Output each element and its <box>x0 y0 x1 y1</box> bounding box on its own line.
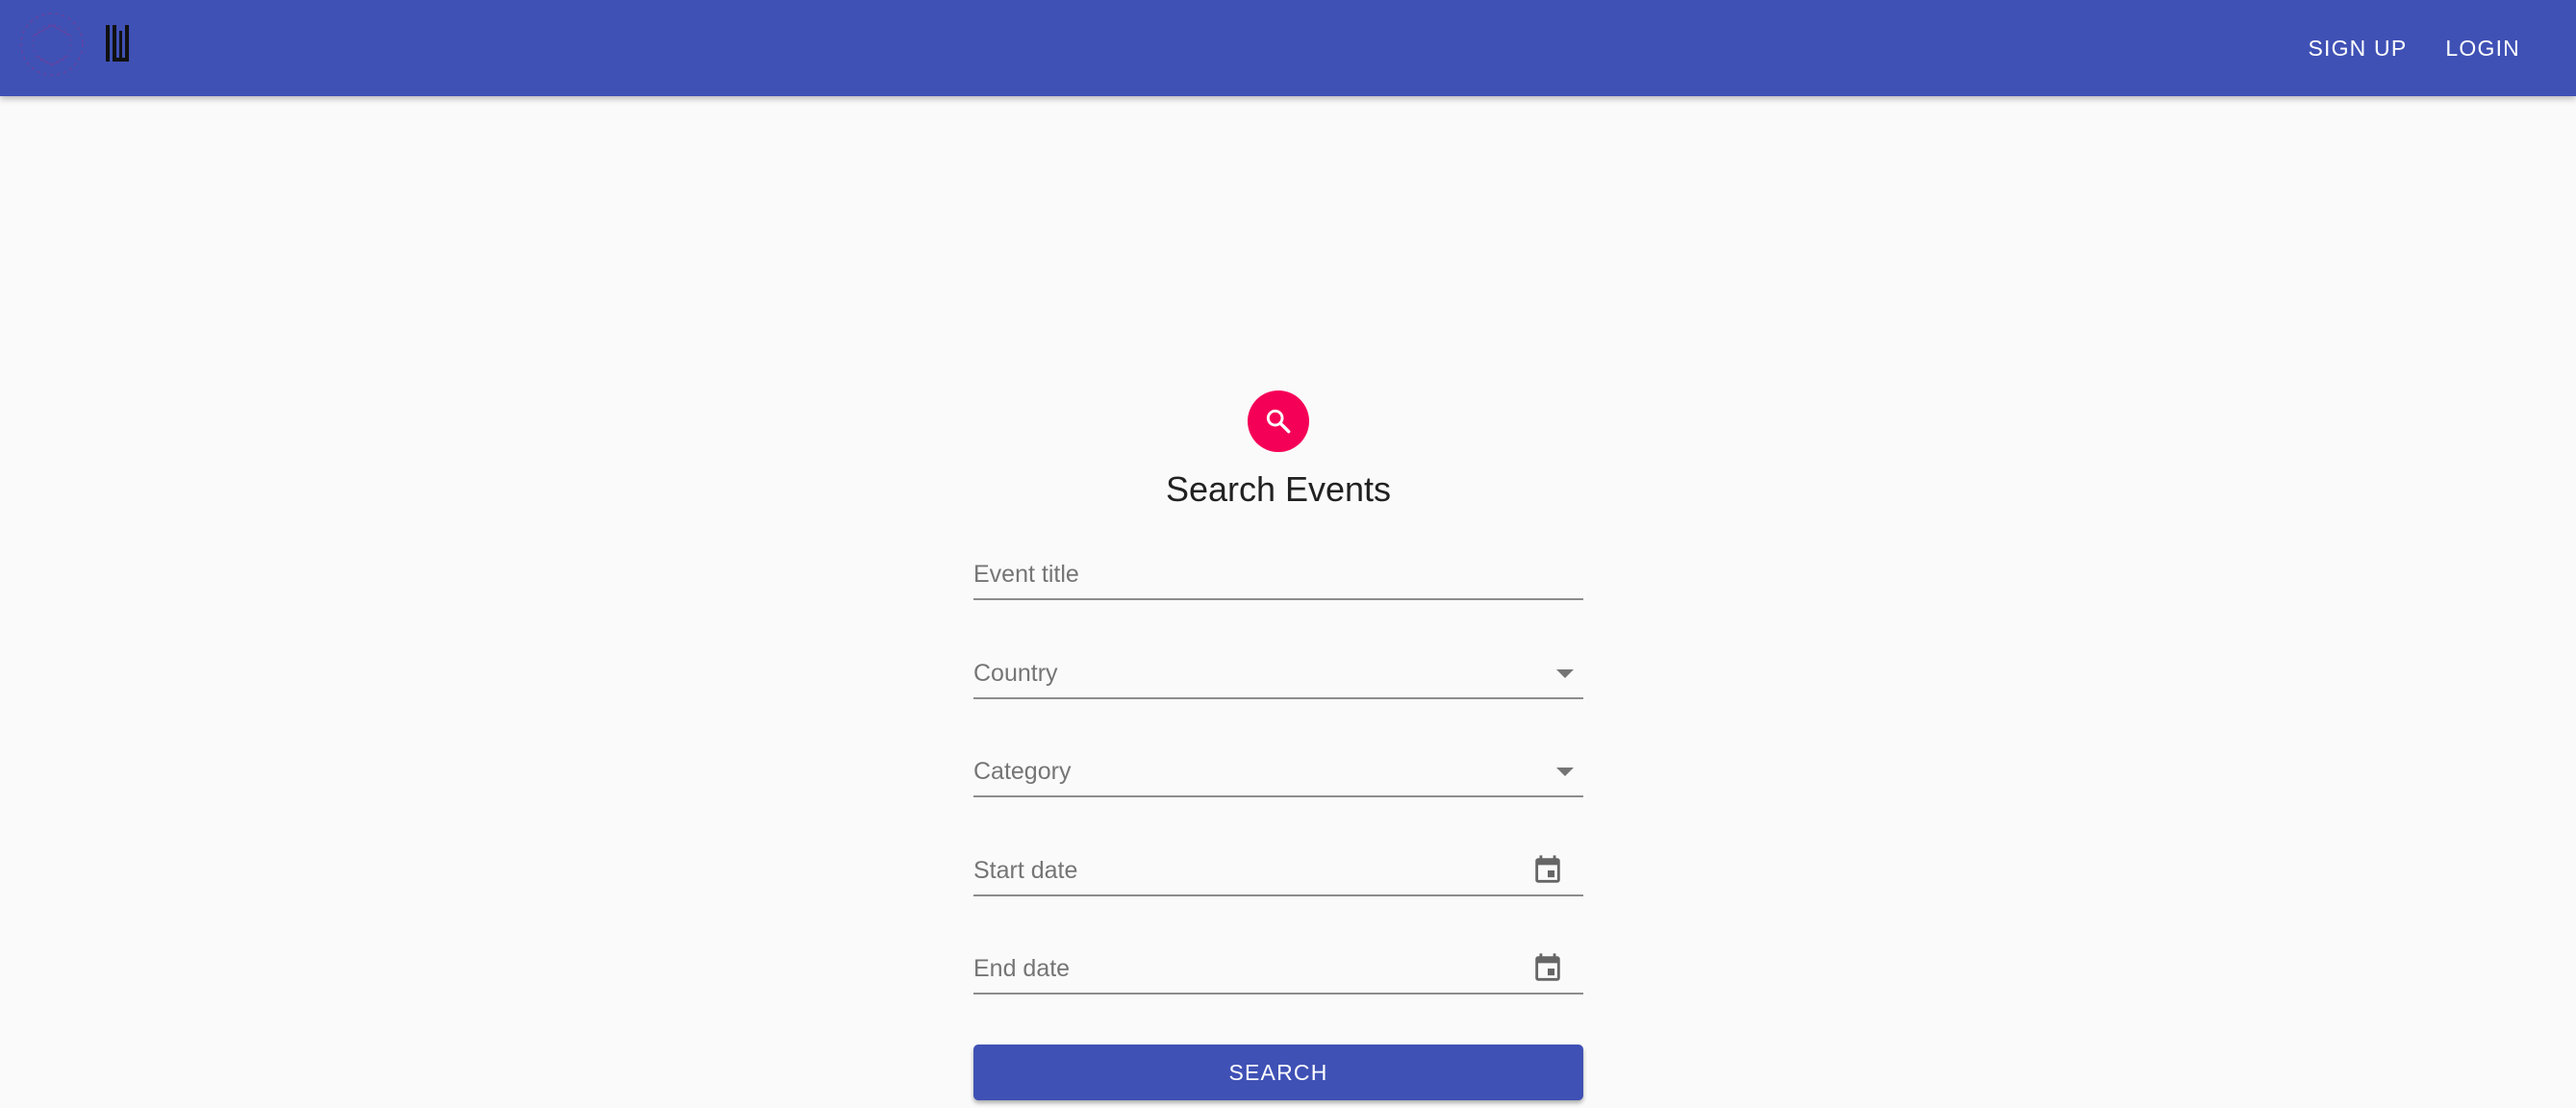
search-button[interactable]: SEARCH <box>973 1045 1583 1100</box>
start-date-field[interactable]: Start date <box>973 848 1583 896</box>
country-select[interactable]: Country <box>973 651 1583 699</box>
event-title-field[interactable]: Event title <box>973 552 1583 600</box>
category-select[interactable]: Category <box>973 749 1583 797</box>
arrow-drop-down-icon[interactable] <box>1556 768 1574 776</box>
app-bar: SIGN UP LOGIN <box>0 0 2576 96</box>
header-nav: SIGN UP LOGIN <box>2283 0 2534 96</box>
search-avatar <box>1248 390 1309 452</box>
event-title-label: Event title <box>973 561 1079 588</box>
arrow-drop-down-icon[interactable] <box>1556 669 1574 678</box>
login-button[interactable]: LOGIN <box>2432 26 2534 71</box>
page-title: Search Events <box>1165 469 1392 509</box>
category-label: Category <box>973 758 1072 785</box>
end-date-field[interactable]: End date <box>973 946 1583 995</box>
start-date-label: Start date <box>973 857 1078 884</box>
calendar-icon[interactable] <box>1531 854 1564 887</box>
country-label: Country <box>973 660 1058 687</box>
brand-logo[interactable] <box>13 8 139 85</box>
signup-button[interactable]: SIGN UP <box>2294 26 2420 71</box>
end-date-label: End date <box>973 955 1071 982</box>
search-icon <box>1266 409 1291 434</box>
calendar-icon[interactable] <box>1531 952 1564 985</box>
